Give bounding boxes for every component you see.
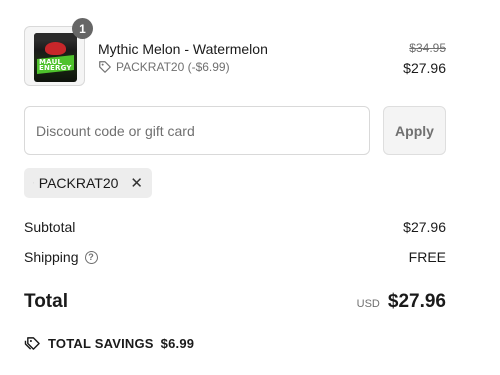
total-row: Total USD $27.96 — [24, 290, 446, 314]
savings-label: TOTAL SAVINGS — [48, 336, 154, 351]
subtotal-row: Subtotal $27.96 — [24, 219, 446, 235]
product-thumbnail: MAUL ENERGY 1 — [24, 18, 93, 86]
discount-form: Apply — [24, 106, 446, 155]
product-discount: PACKRAT20 (-$6.99) — [98, 60, 230, 74]
currency-code: USD — [356, 298, 380, 310]
tag-icon — [99, 61, 111, 73]
total-savings: TOTAL SAVINGS $6.99 — [24, 336, 194, 351]
total-amount-group: USD $27.96 — [357, 291, 446, 313]
shipping-label-group: Shipping ? — [24, 249, 98, 265]
subtotal-value: $27.96 — [403, 219, 446, 235]
quantity-badge: 1 — [72, 18, 93, 39]
product-image: MAUL ENERGY — [34, 33, 77, 82]
original-price: $34.95 — [409, 41, 446, 55]
subtotal-label: Subtotal — [24, 219, 76, 235]
product-discount-text: PACKRAT20 (-$6.99) — [116, 60, 230, 74]
double-tag-icon — [24, 337, 40, 350]
applied-code-text: PACKRAT20 — [38, 175, 119, 191]
close-icon[interactable]: ✕ — [130, 176, 143, 191]
line-item-price: $27.96 — [403, 60, 446, 76]
shipping-value: FREE — [408, 249, 446, 265]
shipping-row: Shipping ? FREE — [24, 249, 446, 265]
savings-value: $6.99 — [160, 336, 195, 351]
applied-discount-chip: PACKRAT20 ✕ — [24, 168, 152, 198]
line-item: MAUL ENERGY 1 Mythic Melon - Watermelon … — [24, 18, 446, 88]
discount-code-input[interactable] — [24, 106, 370, 155]
shipping-label: Shipping — [24, 249, 79, 265]
apply-button[interactable]: Apply — [383, 106, 446, 155]
total-label: Total — [24, 291, 68, 312]
question-circle-icon[interactable]: ? — [84, 250, 98, 264]
tag-icon — [33, 182, 34, 184]
product-image-label: MAUL ENERGY — [39, 58, 72, 72]
product-name: Mythic Melon - Watermelon — [98, 41, 268, 57]
order-summary: MAUL ENERGY 1 Mythic Melon - Watermelon … — [24, 18, 446, 351]
total-value: $27.96 — [387, 291, 446, 312]
